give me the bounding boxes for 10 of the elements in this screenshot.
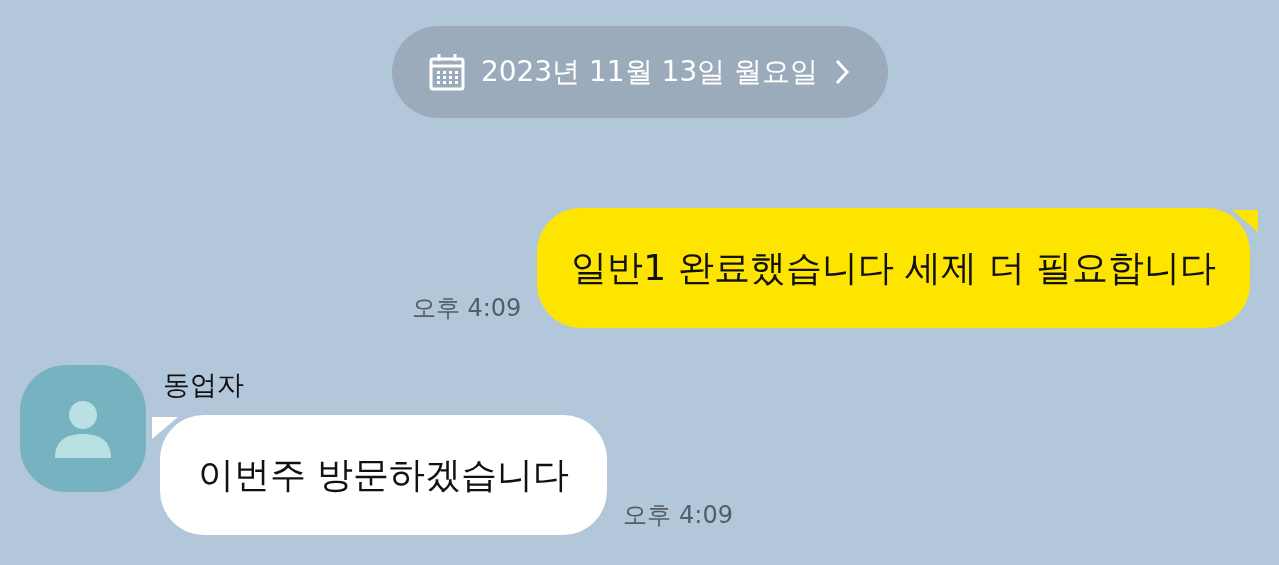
- sent-message-bubble: 일반1 완료했습니다 세제 더 필요합니다: [537, 208, 1258, 328]
- chevron-right-icon: [834, 59, 851, 85]
- sender-name: 동업자: [163, 368, 245, 402]
- avatar[interactable]: [20, 365, 146, 492]
- date-banner[interactable]: 2023년 11월 13일 월요일: [391, 26, 888, 118]
- message-time: 오후 4:09: [411, 293, 522, 324]
- calendar-icon: [428, 53, 465, 91]
- received-message-bubble: 이번주 방문하겠습니다: [152, 415, 608, 535]
- person-icon: [55, 399, 111, 458]
- message-time: 오후 4:09: [623, 500, 733, 531]
